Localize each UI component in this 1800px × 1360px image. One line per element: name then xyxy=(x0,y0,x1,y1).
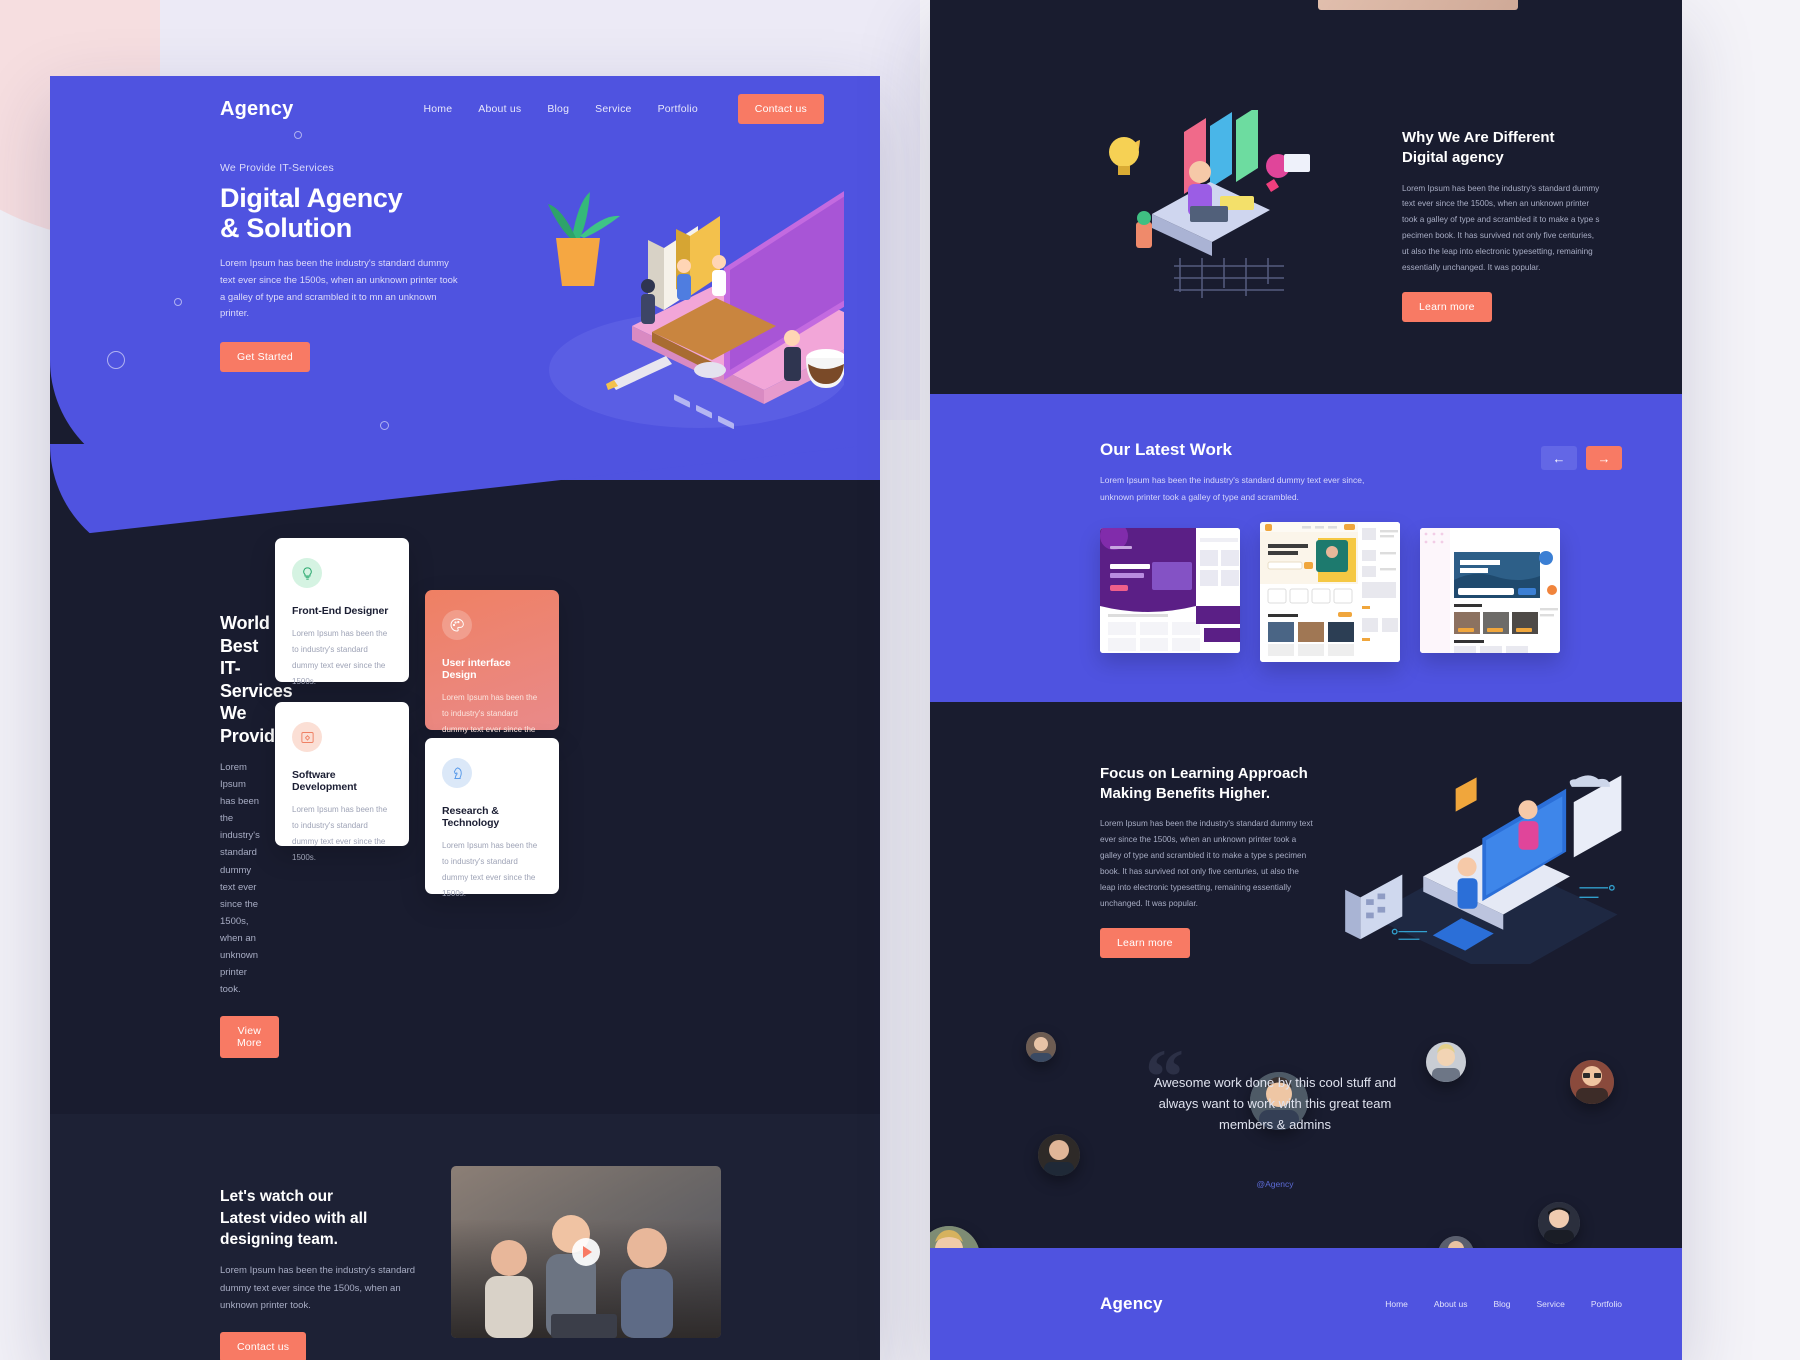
contact-us-button[interactable]: Contact us xyxy=(737,94,824,124)
footer-link-blog[interactable]: Blog xyxy=(1493,1299,1510,1309)
avatar[interactable] xyxy=(1570,1059,1614,1104)
latest-work-section: Our Latest Work Lorem Ipsum has been the… xyxy=(930,394,1682,702)
lightbulb-icon xyxy=(292,558,322,588)
service-card-text: Lorem Ipsum has been the to industry's s… xyxy=(442,841,538,898)
service-card-title: Front-End Designer xyxy=(292,605,389,617)
service-card-title: User interface Design xyxy=(442,657,511,681)
video-heading-line3: designing team. xyxy=(220,1231,338,1249)
service-card-title: Research & Technology xyxy=(442,805,500,829)
nav-link-service[interactable]: Service xyxy=(595,103,631,115)
video-heading-line1: Let's watch our xyxy=(220,1188,334,1206)
testimonial-line2: always want to work with this great team xyxy=(1158,1095,1392,1111)
hero-title-line1: Digital Agency xyxy=(220,183,403,213)
play-icon[interactable] xyxy=(572,1238,600,1267)
service-card-software-development[interactable]: Software Development Lorem Ipsum has bee… xyxy=(275,702,409,862)
get-started-button[interactable]: Get Started xyxy=(220,341,310,372)
cropped-photo xyxy=(1318,0,1518,10)
top-navbar: Agency Home About us Blog Service Portfo… xyxy=(50,76,880,124)
why-different-section-right: Why We Are Different Digital agency Lore… xyxy=(930,14,1682,394)
services-heading-line1: World Best IT- xyxy=(220,613,270,678)
focus-learning-section: Focus on Learning Approach Making Benefi… xyxy=(930,702,1682,1014)
footer-brand-logo[interactable]: Agency xyxy=(1100,1294,1163,1314)
decorative-hexagon-icon xyxy=(380,421,389,430)
video-thumbnail[interactable] xyxy=(451,1166,721,1339)
footer-link-service[interactable]: Service xyxy=(1536,1299,1564,1309)
arrow-right-icon[interactable]: → xyxy=(1586,446,1622,471)
service-card-research-technology[interactable]: Research & Technology Lorem Ipsum has be… xyxy=(425,738,559,898)
service-card-text: Lorem Ipsum has been the to industry's s… xyxy=(292,805,388,862)
avatar[interactable] xyxy=(1538,1201,1580,1244)
hero-title-line2: & Solution xyxy=(220,213,352,244)
service-card-title: Software Development xyxy=(292,769,357,793)
nav-link-about[interactable]: About us xyxy=(478,103,521,115)
why-learn-more-button[interactable]: Learn more xyxy=(1402,292,1492,323)
video-paragraph: Lorem Ipsum has been the industry's stan… xyxy=(220,1265,416,1311)
avatar[interactable] xyxy=(1038,1133,1080,1176)
video-contact-us-button[interactable]: Contact us xyxy=(220,1331,307,1360)
work-card-preview-2 xyxy=(1260,521,1400,662)
nav-link-blog[interactable]: Blog xyxy=(547,103,569,115)
testimonial-line1: Awesome work done by this cool stuff and xyxy=(1153,1074,1397,1090)
brand-logo[interactable]: Agency xyxy=(220,98,293,121)
why-isometric-illustration-right xyxy=(1109,110,1310,298)
footer-link-portfolio[interactable]: Portfolio xyxy=(1591,1299,1622,1309)
work-card-2[interactable] xyxy=(1260,521,1400,662)
services-heading-line2: Services We Provide. xyxy=(220,680,293,746)
latest-work-paragraph-line1: Lorem Ipsum has been the industry's stan… xyxy=(1100,475,1365,486)
services-paragraph: Lorem Ipsum has been the industry's stan… xyxy=(220,762,260,996)
nav-links: Home About us Blog Service Portfolio xyxy=(423,103,697,115)
work-card-1[interactable] xyxy=(1100,527,1240,653)
view-more-button[interactable]: View More xyxy=(220,1016,279,1059)
work-card-preview-1 xyxy=(1100,527,1240,653)
why-heading-line2-right: Digital agency xyxy=(1402,149,1504,167)
video-heading-line2: Latest video with all xyxy=(220,1209,368,1227)
focus-heading-line2: Making Benefits Higher. xyxy=(1100,784,1271,802)
right-page-mockup: Why We Are Different Digital agency Lore… xyxy=(930,0,1682,1360)
focus-heading-line1: Focus on Learning Approach xyxy=(1100,764,1308,782)
work-card-preview-3 xyxy=(1420,527,1560,653)
hero-paragraph: Lorem Ipsum has been the industry's stan… xyxy=(220,258,458,320)
testimonial-author: @Agency xyxy=(1256,1178,1294,1189)
focus-learn-more-button[interactable]: Learn more xyxy=(1100,927,1190,958)
latest-work-heading: Our Latest Work xyxy=(1100,440,1232,460)
why-paragraph-right: Lorem Ipsum has been the industry's stan… xyxy=(1402,183,1600,273)
nav-link-portfolio[interactable]: Portfolio xyxy=(658,103,698,115)
service-card-user-interface-design[interactable]: User interface Design Lorem Ipsum has be… xyxy=(425,590,559,750)
arrow-left-icon[interactable]: ← xyxy=(1541,446,1577,471)
focus-isometric-illustration xyxy=(1345,774,1622,964)
gear-window-icon xyxy=(292,722,322,752)
footer-link-home[interactable]: Home xyxy=(1385,1299,1408,1309)
testimonial-line3: members & admins xyxy=(1219,1117,1331,1133)
left-page-mockup: Agency Home About us Blog Service Portfo… xyxy=(50,76,880,1360)
services-section: World Best IT- Services We Provide. Lore… xyxy=(50,480,880,1059)
nav-link-home[interactable]: Home xyxy=(423,103,452,115)
hero-section: Agency Home About us Blog Service Portfo… xyxy=(50,76,880,480)
footer: Agency Home About us Blog Service Portfo… xyxy=(930,1248,1682,1360)
service-card-text: Lorem Ipsum has been the to industry's s… xyxy=(292,629,388,686)
top-cropped-strip xyxy=(930,0,1682,14)
work-card-3[interactable] xyxy=(1420,527,1560,653)
why-heading-line1-right: Why We Are Different xyxy=(1402,129,1555,146)
footer-links: Home About us Blog Service Portfolio xyxy=(1385,1299,1622,1309)
latest-work-paragraph-line2: unknown printer took a galley of type an… xyxy=(1100,491,1299,502)
hero-eyebrow: We Provide IT-Services xyxy=(220,162,334,174)
service-card-front-end-designer[interactable]: Front-End Designer Lorem Ipsum has been … xyxy=(275,538,409,686)
avatar[interactable] xyxy=(1026,1031,1056,1062)
video-section: Let's watch our Latest video with all de… xyxy=(50,1114,880,1360)
focus-paragraph: Lorem Ipsum has been the industry's stan… xyxy=(1100,819,1313,908)
footer-link-about[interactable]: About us xyxy=(1434,1299,1468,1309)
palette-icon xyxy=(442,610,472,640)
chess-knight-icon xyxy=(442,758,472,788)
